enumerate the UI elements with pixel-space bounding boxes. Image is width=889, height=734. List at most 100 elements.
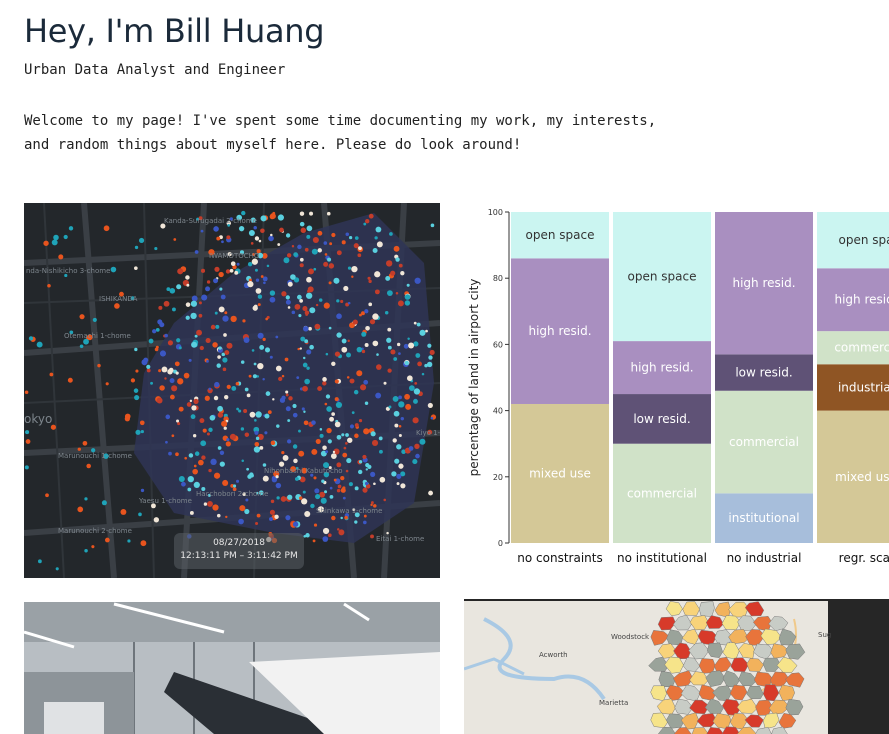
y-tick-label: 40	[493, 407, 503, 416]
map-dot	[299, 257, 304, 262]
map-dot	[187, 475, 194, 483]
map-dot	[150, 381, 153, 385]
map-dot	[372, 248, 378, 253]
map-dot	[103, 225, 110, 232]
map-dot	[255, 521, 259, 526]
map-dot	[347, 266, 352, 270]
map-dot	[184, 456, 187, 460]
map-dot	[24, 390, 29, 395]
map-dot	[386, 290, 393, 296]
map-dot	[212, 342, 218, 348]
map-dot	[395, 292, 399, 295]
map-dot	[244, 432, 250, 437]
map-dot	[262, 337, 266, 342]
map-dot	[159, 350, 167, 357]
map-dot	[379, 449, 383, 454]
map-dot	[269, 290, 276, 296]
project-tile-airport-city-chart[interactable]: 0 20 40 60 80 100 percentage of land in airpor…	[464, 203, 889, 578]
map-dot	[345, 433, 349, 437]
map-dot	[127, 539, 131, 543]
map-dot	[67, 377, 73, 383]
map-dot	[133, 388, 139, 393]
map-dot	[358, 419, 363, 423]
map-dot	[323, 241, 328, 245]
map-dot	[185, 302, 191, 307]
map-dot	[376, 241, 383, 248]
map-dot	[322, 377, 327, 382]
map-dot	[201, 455, 206, 460]
map1-place-label: Kiyo 1-chome	[416, 429, 440, 437]
map-dot	[198, 301, 202, 305]
map-dot	[353, 389, 359, 395]
map-dot	[260, 215, 267, 222]
map-dot	[186, 283, 190, 287]
map-dot	[235, 381, 240, 386]
map-dot	[386, 337, 392, 343]
map-dot	[25, 430, 30, 435]
map-dot	[293, 252, 298, 257]
map-dot	[285, 299, 291, 305]
map-dot	[303, 325, 309, 332]
segment-label: low resid.	[735, 366, 792, 380]
project-tile-lab-photo[interactable]	[24, 602, 440, 734]
map-dot	[24, 465, 29, 470]
map1-place-label: Marunouchi 2-chome	[58, 527, 132, 535]
map-dot	[140, 488, 145, 493]
map-dot	[281, 395, 286, 400]
map-dot	[190, 312, 197, 320]
map-dot	[276, 424, 280, 428]
map-dot	[390, 270, 396, 276]
map-dot	[429, 349, 435, 356]
map-dot	[363, 379, 369, 385]
map-dot	[302, 385, 308, 392]
map-dot	[208, 427, 213, 433]
map-dot	[285, 295, 290, 300]
map-dot	[206, 360, 209, 363]
map-dot	[217, 355, 221, 359]
map-dot	[79, 314, 85, 320]
map-dot	[177, 378, 184, 385]
segment-label: low resid.	[633, 412, 690, 426]
map-dot	[192, 468, 198, 475]
map-dot	[308, 268, 314, 275]
project-tile-atlanta-map[interactable]: Woodstock Acworth Marietta Sug	[464, 599, 889, 734]
map-dot	[146, 368, 151, 373]
map-dot	[264, 347, 271, 353]
map-dot	[224, 350, 230, 356]
map-dot	[358, 469, 363, 475]
map-dot	[312, 236, 319, 244]
map1-place-label: Kanda-Surugadai 2-chome	[164, 217, 257, 225]
map-dot	[168, 367, 174, 373]
map-dot	[268, 517, 273, 522]
map-dot	[231, 386, 237, 391]
map-dot	[222, 357, 228, 363]
map-dot	[257, 362, 264, 370]
map-dot	[368, 279, 372, 284]
map-dot	[331, 412, 335, 416]
map-dot	[164, 377, 167, 380]
map-dot	[367, 276, 371, 280]
map-dot	[148, 338, 154, 344]
map-dot	[241, 459, 244, 463]
map-dot	[219, 287, 223, 291]
map-dot	[260, 228, 265, 234]
map-dot	[225, 269, 231, 274]
map-dot	[300, 227, 307, 234]
map-dot	[347, 301, 351, 305]
map-dot	[383, 498, 387, 502]
map-dot	[214, 311, 218, 315]
map-dot	[43, 240, 49, 246]
map-dot	[232, 484, 237, 488]
map-dot	[354, 433, 359, 439]
map-dot	[370, 431, 376, 437]
map-dot	[138, 512, 142, 517]
project-tile-tokyo-map[interactable]: Kanda-Surugadai 2-chome IWAMOTOCHO nda-N…	[24, 203, 440, 578]
map-dot	[255, 411, 262, 418]
map-dot	[252, 374, 257, 379]
map-dot	[256, 513, 261, 518]
page-title: Hey, I'm Bill Huang	[24, 12, 325, 50]
map-dot	[281, 374, 285, 378]
map-dot	[395, 257, 400, 262]
map-dot	[153, 517, 160, 523]
map-dot	[156, 397, 163, 404]
